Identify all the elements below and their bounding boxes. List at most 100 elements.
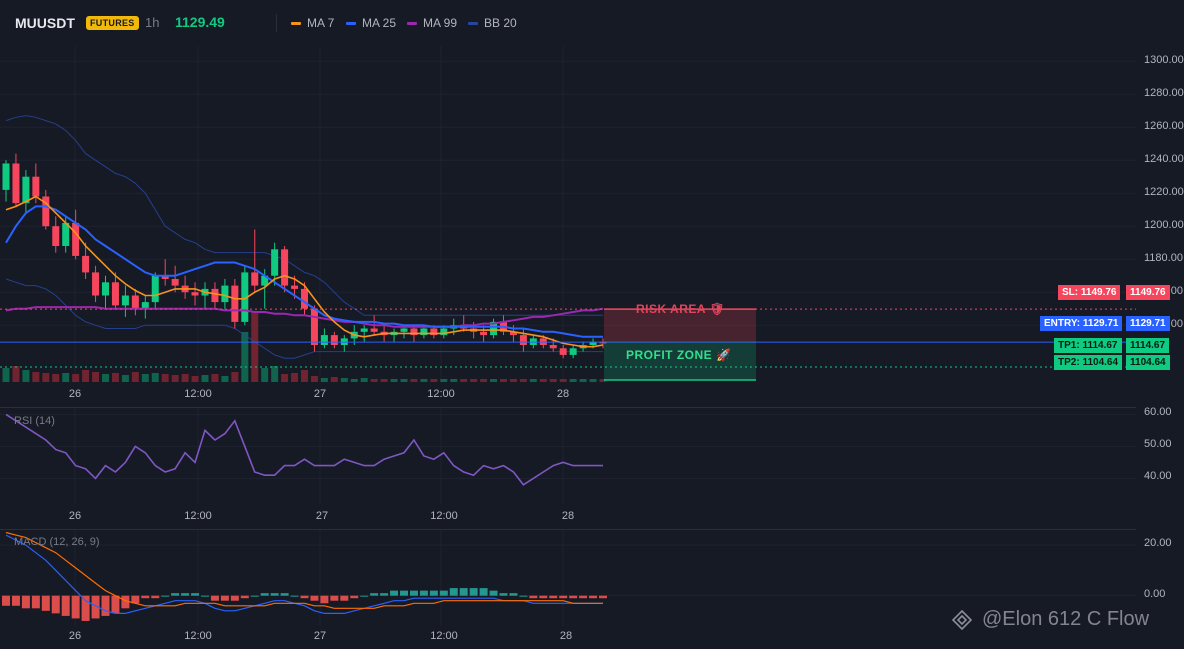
tp1-axis-value: 1114.67 [1126,338,1170,353]
volume-bar [340,378,348,382]
time-axis[interactable]: 26 12:00 27 12:00 28 [0,388,1136,404]
volume-bar [480,379,488,382]
legend-ma25[interactable]: MA 25 [346,16,396,30]
volume-bar [370,379,378,382]
time-label: 12:00 [184,510,212,522]
macd-hist-bar [539,595,548,599]
volume-bar [281,374,289,382]
rsi-chart[interactable] [0,408,1136,504]
volume-bar [62,373,70,382]
candle-body [480,331,488,336]
macd-hist-bar [270,593,279,596]
legend-ma7[interactable]: MA 7 [291,16,334,30]
volume-bar [350,379,358,382]
macd-hist-bar [2,595,10,606]
candle-body [271,249,279,276]
time-label: 28 [559,630,573,642]
candle-body [301,288,308,309]
macd-hist-bar [191,593,200,596]
header-divider [276,14,277,32]
sl-axis-value: 1149.76 [1126,285,1170,300]
macd-hist-bar [51,595,60,614]
legend-ma99-label: MA 99 [423,16,458,30]
macd-hist-bar [579,595,588,599]
volume-bar [2,368,10,382]
legend-bb20[interactable]: BB 20 [468,16,517,30]
macd-title: MACD (12, 26, 9) [14,536,100,548]
price-pane[interactable] [0,46,1136,382]
chart-header: MUUSDT FUTURES 1h 1129.49 MA 7 MA 25 MA … [0,0,1184,46]
volume-bar [310,376,318,382]
macd-hist-bar [151,595,160,599]
volume-bar [52,374,60,382]
macd-hist-bar [549,595,558,599]
legend-ma99[interactable]: MA 99 [407,16,457,30]
macd-hist-bar [569,595,578,599]
time-label: 27 [313,388,327,400]
symbol-name[interactable]: MUUSDT [15,15,75,31]
time-label: 12:00 [184,630,212,642]
time-label: 12:00 [430,630,458,642]
price-chart[interactable] [0,46,1136,382]
bb20-swatch-icon [468,21,478,25]
price-tick-label: 1200.00 [1144,219,1184,232]
macd-hist-bar [519,595,528,597]
volume-bar [539,379,547,382]
candle-body [251,272,259,286]
volume-bar [121,375,129,382]
volume-bar [320,378,328,382]
entry-tag: ENTRY: 1129.71 [1040,316,1123,331]
timeframe-button[interactable]: 1h [145,15,159,30]
macd-hist-bar [489,590,498,596]
candle-body [519,335,527,345]
macd-hist-bar [330,595,339,601]
rsi-tick-label: 60.00 [1144,406,1172,419]
price-tick-label: 1300.00 [1144,54,1184,67]
volume-bar [191,376,199,382]
macd-hist-bar [350,595,359,599]
candle-body [22,176,30,204]
macd-hist-bar [370,593,379,596]
price-axis[interactable]: 1300.00 1280.00 1260.00 1240.00 1220.00 1200.… [1136,46,1184,382]
rsi-title: RSI (14) [14,415,55,427]
volume-bar [470,379,478,382]
macd-hist-bar [11,595,20,606]
candle-body [102,282,109,296]
macd-hist-bar [260,593,269,596]
macd-hist-bar [141,595,150,599]
macd-hist-bar [240,595,249,599]
volume-bar [500,379,507,382]
macd-hist-bar [61,595,70,616]
volume-bar [171,375,179,382]
candle-body [320,335,328,345]
macd-hist-bar [479,588,488,596]
volume-bar [22,370,30,382]
price-tick-label: 1180.00 [1144,252,1183,265]
price-tick-label: 1220.00 [1144,186,1184,199]
rsi-line [5,413,603,486]
macd-hist-bar [589,595,598,599]
candle-body [559,348,567,355]
macd-hist-bar [300,595,309,599]
macd-hist-bar [171,593,180,596]
macd-hist-bar [210,595,219,601]
ma99-swatch-icon [407,21,417,25]
volume-bar [410,379,418,382]
macd-hist-bar [201,595,209,597]
time-label: 26 [68,630,82,642]
macd-hist-bar [429,590,438,596]
time-label: 26 [68,510,82,522]
volume-bar [460,379,468,382]
volume-bar [330,377,338,382]
volume-bar [420,379,428,382]
entry-axis-value: 1129.71 [1126,316,1170,331]
rsi-pane[interactable] [0,407,1136,504]
candle-body [151,275,159,303]
candle-body [121,295,129,306]
macd-hist-bar [439,590,448,596]
rsi-axis[interactable]: 60.00 50.00 40.00 [1136,406,1184,503]
macd-hist-bar [111,595,120,614]
macd-hist-bar [320,595,329,604]
macd-hist-bar [280,593,289,596]
volume-bar [430,379,438,382]
